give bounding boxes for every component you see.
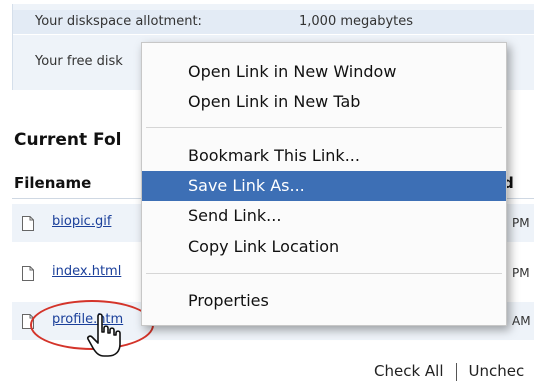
current-folder-title: Current Fol <box>14 130 122 150</box>
menu-item-label: Send Link... <box>188 206 282 225</box>
menu-separator <box>146 273 502 274</box>
file-modified-time: PM <box>512 266 530 280</box>
disk-allotment-row: Your diskspace allotment: 1,000 megabyte… <box>13 10 534 35</box>
action-separator <box>455 362 457 381</box>
menu-item-label: Properties <box>188 291 269 310</box>
menu-item-label: Save Link As... <box>188 176 305 195</box>
menu-item-label: Open Link in New Window <box>188 62 397 81</box>
menu-item-save-link-as[interactable]: Save Link As... <box>142 171 506 201</box>
menu-item-open-new-tab[interactable]: Open Link in New Tab <box>142 87 506 117</box>
menu-item-label: Copy Link Location <box>188 237 340 256</box>
disk-allotment-value: 1,000 megabytes <box>299 14 414 29</box>
menu-separator <box>146 127 502 128</box>
document-icon <box>22 216 34 231</box>
check-all-button[interactable]: Check All <box>374 362 444 380</box>
bottom-actions: Check All Unchec <box>374 362 524 381</box>
context-menu: Open Link in New Window Open Link in New… <box>141 42 507 326</box>
menu-item-label: Bookmark This Link... <box>188 146 360 165</box>
menu-item-label: Open Link in New Tab <box>188 92 361 111</box>
disk-free-label: Your free disk <box>35 54 123 69</box>
menu-item-copy-link-location[interactable]: Copy Link Location <box>142 232 506 262</box>
file-link[interactable]: biopic.gif <box>52 214 111 229</box>
menu-item-bookmark-link[interactable]: Bookmark This Link... <box>142 141 506 171</box>
file-modified-time: PM <box>512 216 530 230</box>
menu-item-send-link[interactable]: Send Link... <box>142 201 506 231</box>
file-modified-time: AM <box>512 314 531 328</box>
menu-item-open-new-window[interactable]: Open Link in New Window <box>142 57 506 87</box>
filename-column-header[interactable]: Filename <box>14 174 91 192</box>
hand-pointer-icon <box>87 313 121 357</box>
menu-item-properties[interactable]: Properties <box>142 286 506 316</box>
document-icon <box>22 266 34 281</box>
disk-allotment-label: Your diskspace allotment: <box>35 14 202 29</box>
file-link[interactable]: index.html <box>52 264 121 279</box>
uncheck-all-button[interactable]: Unchec <box>469 362 525 380</box>
